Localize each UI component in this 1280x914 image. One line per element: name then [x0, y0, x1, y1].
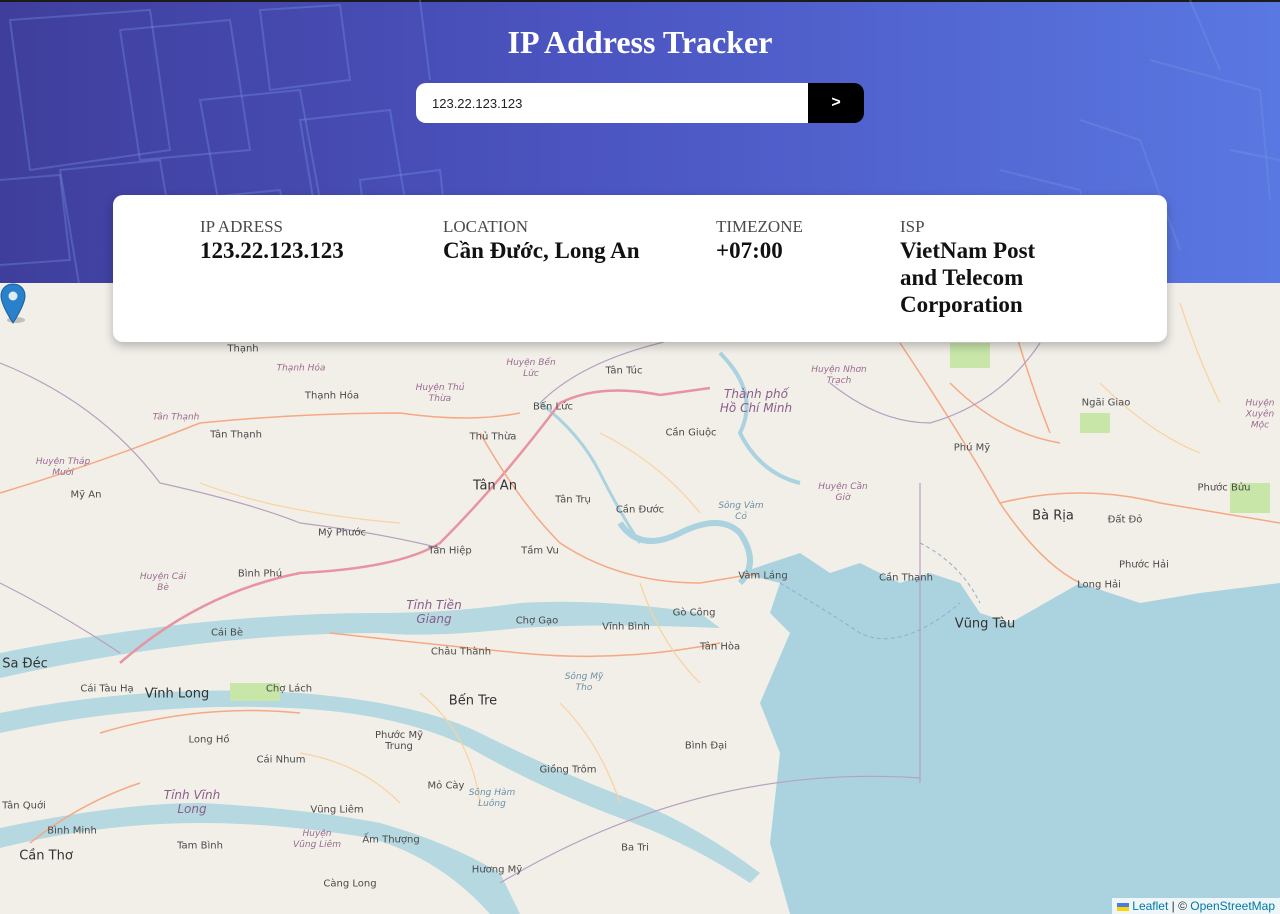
map-label: Huyện Xuyên Mộc — [1245, 398, 1275, 431]
map-label: Chợ Lách — [265, 683, 313, 695]
map-tiles — [0, 302, 1280, 914]
map-label: Tân An — [473, 478, 517, 494]
map-label: Tân Túc — [605, 365, 643, 377]
map-label: Thạnh Hóa — [276, 363, 326, 374]
openstreetmap-link[interactable]: OpenStreetMap — [1190, 899, 1275, 913]
map-label: Cái Bè — [210, 627, 244, 639]
info-card: IP ADRESS 123.22.123.123 LOCATION Cần Đư… — [113, 195, 1167, 342]
map-label: Sông Mỹ Tho — [564, 672, 604, 693]
ip-address-stat: IP ADRESS 123.22.123.123 — [200, 217, 410, 264]
isp-stat: ISP VietNam Post and Telecom Corporation — [900, 217, 1075, 318]
map-label: Huyện Cần Giờ — [818, 482, 868, 503]
timezone-label: TIMEZONE — [716, 217, 803, 236]
map-label: Hương Mỹ — [471, 864, 523, 876]
map-label: Tân Trụ — [555, 494, 591, 506]
map-label: Cái Nhum — [256, 754, 306, 766]
map-label: Long Hải — [1077, 579, 1121, 591]
isp-label: ISP — [900, 217, 925, 236]
ukraine-flag-icon — [1117, 903, 1130, 911]
map-label: Bình Phú — [237, 568, 283, 580]
map-label: Tỉnh Vĩnh Long — [163, 788, 221, 816]
map-label: Ngãi Giao — [1081, 397, 1131, 409]
map-label: Chợ Gạo — [515, 615, 559, 627]
map-label: Sông Hàm Luông — [468, 788, 516, 809]
map-label: Thành phố Hồ Chí Minh — [719, 387, 793, 415]
map-label: Cần Giuộc — [665, 427, 717, 439]
page-title: IP Address Tracker — [507, 24, 773, 60]
map-label: Thủ Thừa — [469, 431, 517, 443]
map-label: Tân Quới — [2, 800, 46, 812]
map-label: Mỹ Phước — [317, 527, 367, 539]
ip-address-label: IP ADRESS — [200, 217, 283, 236]
map-label: Tân Thạnh — [210, 429, 262, 441]
map-label: Long Hồ — [188, 734, 230, 746]
map-label: Gò Công — [672, 607, 716, 619]
location-label: LOCATION — [443, 217, 528, 236]
map-label: Vũng Tàu — [954, 616, 1016, 632]
map-label: Bà Rịa — [1032, 508, 1074, 524]
search-form: > — [416, 83, 864, 123]
map-label: Bình Minh — [47, 825, 97, 837]
map-label: Càng Long — [323, 878, 377, 890]
ip-search-input[interactable] — [416, 83, 808, 123]
map-label: Tam Bình — [177, 840, 223, 852]
map-label: Mỏ Cày — [427, 780, 465, 792]
map-label: Mỹ An — [70, 489, 102, 501]
map-label: Huyện Vũng Liêm — [293, 829, 341, 850]
map-attribution: Leaflet | © OpenStreetMap — [1112, 898, 1280, 914]
map-label: Vĩnh Long — [144, 686, 210, 702]
map-label: Cần Thơ — [19, 848, 73, 864]
map-label: Cần Thạnh — [879, 572, 933, 584]
map-label: Đất Đỏ — [1107, 514, 1143, 526]
map-label: Cái Tàu Hạ — [80, 683, 134, 695]
map-label: Ấm Thượng — [362, 834, 420, 846]
map-label: Bến Tre — [448, 693, 498, 709]
map-label: Ba Tri — [621, 842, 649, 854]
map-label: Sông Vàm Cỏ — [718, 501, 764, 522]
map-label: Tân Thạnh — [152, 412, 200, 423]
map-label: Huyện Bến Lức — [506, 358, 556, 379]
map-label: Huyện Cái Bè — [139, 572, 187, 593]
map-label: Vũng Liêm — [310, 804, 364, 816]
map-label: Châu Thành — [430, 646, 492, 658]
map-label: Cần Đước — [615, 504, 665, 516]
map-label: Tầm Vu — [521, 545, 559, 557]
search-submit-button[interactable]: > — [808, 83, 864, 123]
map-view[interactable]: Thạnh Thạnh Hóa Thạnh Hóa Tân Thạnh Tân … — [0, 283, 1280, 914]
location-value: Cần Đước, Long An — [443, 238, 640, 263]
timezone-value: +07:00 — [716, 238, 783, 263]
map-label: Bình Đại — [684, 740, 728, 752]
attribution-separator: | © — [1171, 899, 1187, 913]
map-label: Giồng Trôm — [539, 764, 597, 776]
location-marker-icon[interactable] — [0, 283, 26, 324]
map-label: Huyện Tháp Mười — [35, 457, 91, 478]
map-label: Huyện Nhơn Trạch — [811, 365, 867, 386]
map-label: Tỉnh Tiền Giang — [406, 598, 462, 626]
map-label: Sa Đéc — [2, 656, 48, 672]
map-label: Vĩnh Bình — [602, 621, 650, 633]
map-label: Thạnh Hóa — [304, 390, 360, 402]
timezone-stat: TIMEZONE +07:00 — [716, 217, 856, 264]
map-label: Tân Hiệp — [428, 545, 472, 557]
map-label: Thạnh — [227, 343, 259, 355]
map-label: Phước Bửu — [1197, 482, 1251, 494]
isp-value: VietNam Post and Telecom Corporation — [900, 238, 1036, 317]
leaflet-link-label: Leaflet — [1132, 899, 1169, 913]
location-stat: LOCATION Cần Đước, Long An — [443, 217, 653, 264]
map-label: Tân Hòa — [699, 641, 741, 653]
leaflet-link[interactable]: Leaflet — [1117, 899, 1168, 913]
map-label: Phước Hải — [1119, 559, 1169, 571]
ip-address-value: 123.22.123.123 — [200, 238, 344, 263]
map-label: Bến Lức — [533, 401, 573, 413]
map-label: Vàm Láng — [738, 570, 788, 582]
map-label: Phú Mỹ — [953, 442, 991, 454]
map-label: Phước Mỹ Trung — [374, 730, 424, 752]
map-label: Huyện Thủ Thừa — [415, 383, 465, 404]
